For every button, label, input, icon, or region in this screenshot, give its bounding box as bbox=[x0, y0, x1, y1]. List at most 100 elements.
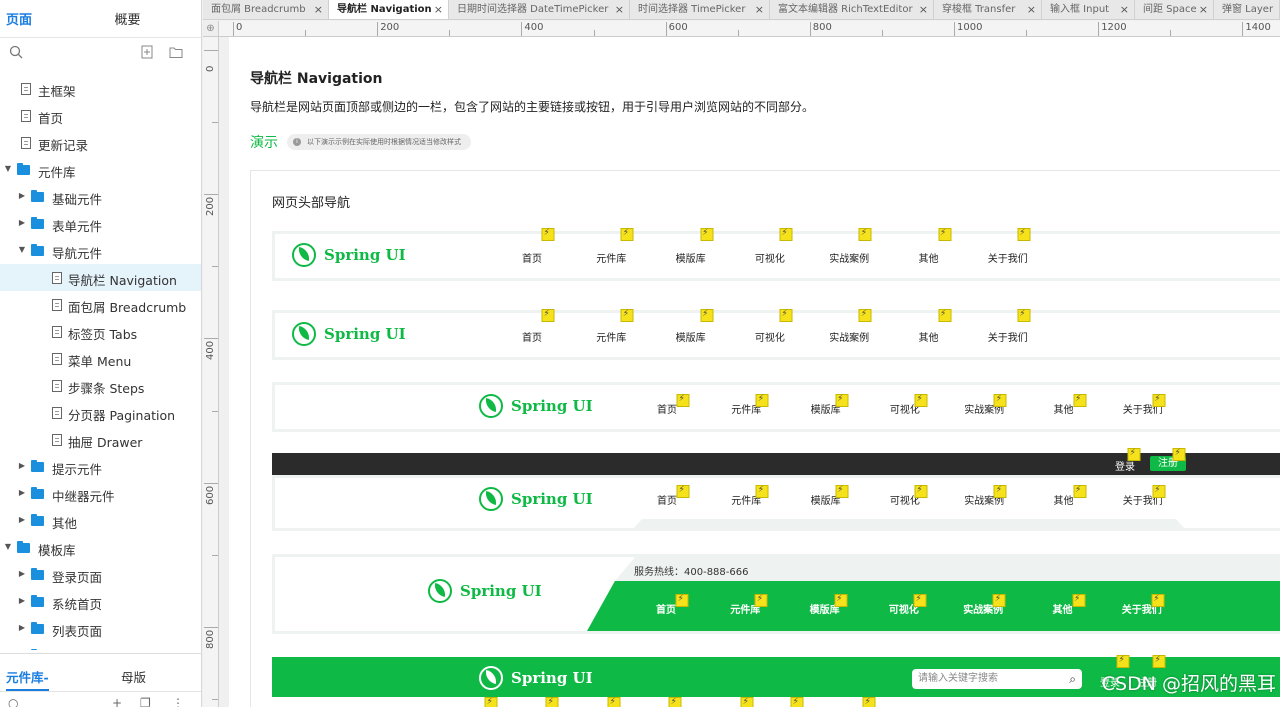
nav-link[interactable]: 首页 bbox=[522, 329, 542, 344]
caret-right-icon[interactable]: ▶ bbox=[17, 488, 27, 497]
search-icon[interactable]: ⌕ bbox=[1069, 669, 1076, 689]
close-icon[interactable]: × bbox=[615, 0, 624, 19]
tree-item[interactable]: ▶ 基础元件 bbox=[0, 183, 201, 210]
caret-right-icon[interactable]: ▶ bbox=[17, 218, 27, 227]
nav-link[interactable]: 首页 bbox=[656, 601, 676, 616]
tree-item[interactable]: ▼ 导航元件 bbox=[0, 237, 201, 264]
tab-outline[interactable]: 概要 bbox=[101, 0, 202, 37]
nav-link[interactable]: 其他 bbox=[1054, 401, 1074, 416]
caret-right-icon[interactable]: ▶ bbox=[17, 461, 27, 470]
interaction-bolt-icon bbox=[938, 309, 951, 322]
document-tab[interactable]: 间距 Space × bbox=[1135, 0, 1214, 19]
nav-link[interactable]: 关于我们 bbox=[988, 250, 1028, 265]
document-tab[interactable]: 时间选择器 TimePicker × bbox=[630, 0, 770, 19]
nav-link[interactable]: 其他 bbox=[919, 250, 939, 265]
tree-item[interactable]: 导航栏 Navigation bbox=[0, 264, 201, 291]
caret-down-icon[interactable]: ▼ bbox=[17, 245, 27, 254]
tab-library[interactable]: 元件库- bbox=[6, 667, 49, 691]
document-tab[interactable]: 日期时间选择器 DateTimePicker × bbox=[449, 0, 630, 19]
close-icon[interactable]: × bbox=[434, 0, 443, 19]
interaction-bolt-icon bbox=[754, 594, 768, 607]
tab-masters[interactable]: 母版 bbox=[121, 667, 146, 686]
tree-item[interactable]: ▶ 提示元件 bbox=[0, 453, 201, 480]
tree-item[interactable]: ▶ 表单元件 bbox=[0, 210, 201, 237]
close-icon[interactable]: × bbox=[1120, 0, 1129, 19]
close-icon[interactable]: × bbox=[314, 0, 323, 19]
caret-right-icon[interactable]: ▶ bbox=[17, 515, 27, 524]
document-tab[interactable]: 穿梭框 Transfer × bbox=[934, 0, 1042, 19]
document-tab[interactable]: 导航栏 Navigation × bbox=[329, 0, 449, 19]
caret-right-icon[interactable]: ▶ bbox=[17, 191, 27, 200]
navbar-variant-5[interactable]: 服务热线：400-888-666 Spring UI 首页元件库模版库可视化实战… bbox=[272, 554, 1280, 634]
document-tab[interactable]: 富文本编辑器 RichTextEditor × bbox=[770, 0, 934, 19]
caret-right-icon[interactable]: ▶ bbox=[17, 623, 27, 632]
logo[interactable]: Spring UI bbox=[292, 243, 406, 267]
interaction-bolt-icon bbox=[992, 594, 1006, 607]
tree-item[interactable]: 步骤条 Steps bbox=[0, 372, 201, 399]
tree-item[interactable]: ▼ 元件库 bbox=[0, 156, 201, 183]
folder-icon bbox=[31, 568, 44, 580]
tree-item[interactable]: 分页器 Pagination bbox=[0, 399, 201, 426]
caret-down-icon[interactable]: ▼ bbox=[3, 164, 13, 173]
nav-link[interactable]: 模版库 bbox=[676, 250, 706, 265]
nav-link[interactable]: 实战案例 bbox=[829, 329, 869, 344]
nav-link[interactable]: 模版库 bbox=[676, 329, 706, 344]
tree-item[interactable]: 标签页 Tabs bbox=[0, 318, 201, 345]
nav-link[interactable]: 实战案例 bbox=[829, 250, 869, 265]
nav-link[interactable]: 其他 bbox=[1054, 492, 1074, 507]
nav-link[interactable]: 元件库 bbox=[596, 329, 626, 344]
logo[interactable]: Spring UI bbox=[479, 666, 593, 690]
document-tab[interactable]: 面包屑 Breadcrumb × bbox=[203, 0, 329, 19]
caret-right-icon[interactable]: ▶ bbox=[17, 569, 27, 578]
search-icon[interactable]: ○ bbox=[8, 696, 18, 707]
search-icon[interactable] bbox=[9, 45, 23, 59]
tree-item[interactable]: ▶页面 bbox=[0, 642, 201, 650]
logo[interactable]: Spring UI bbox=[292, 322, 406, 346]
add-folder-icon[interactable] bbox=[169, 45, 183, 59]
tree-item[interactable]: 主框架 bbox=[0, 75, 201, 102]
tree-item[interactable]: 抽屉 Drawer bbox=[0, 426, 201, 453]
logo[interactable]: Spring UI bbox=[479, 487, 593, 511]
nav-link[interactable]: 首页 bbox=[657, 401, 677, 416]
document-tab[interactable]: 弹窗 Layer bbox=[1214, 0, 1280, 19]
navbar-variant-2[interactable]: Spring UI 首页 元件库 模版库 可视化 实战案例 其他 关于我们 bbox=[272, 309, 1280, 360]
tree-item[interactable]: 首页 bbox=[0, 102, 201, 129]
tree-item[interactable]: ▶ 中继器元件 bbox=[0, 480, 201, 507]
caret-down-icon[interactable]: ▼ bbox=[3, 542, 13, 551]
close-icon[interactable]: × bbox=[1199, 0, 1208, 19]
nav-link[interactable]: 元件库 bbox=[596, 250, 626, 265]
add-icon[interactable]: + bbox=[112, 696, 122, 707]
nav-link[interactable]: 关于我们 bbox=[988, 329, 1028, 344]
nav-link[interactable]: 其他 bbox=[1053, 601, 1073, 616]
ruler-corner-icon[interactable]: ⊕ bbox=[203, 21, 219, 37]
tree-item[interactable]: ▶ 列表页面 bbox=[0, 615, 201, 642]
logo[interactable]: Spring UI bbox=[479, 394, 593, 418]
copy-icon[interactable]: ❐ bbox=[140, 696, 151, 707]
tree-item[interactable]: ▶ 系统首页 bbox=[0, 588, 201, 615]
navbar-variant-3[interactable]: Spring UI 首页元件库模版库可视化实战案例其他关于我们 bbox=[272, 382, 1280, 432]
nav-link[interactable]: 首页 bbox=[657, 492, 677, 507]
nav-link[interactable]: 其他 bbox=[919, 329, 939, 344]
tab-pages[interactable]: 页面 bbox=[0, 0, 101, 37]
add-page-icon[interactable] bbox=[140, 45, 154, 59]
tree-item[interactable]: ▶ 登录页面 bbox=[0, 561, 201, 588]
search-input[interactable]: 请输入关键字搜索 ⌕ bbox=[912, 669, 1082, 689]
navbar-variant-4[interactable]: Spring UI 首页元件库模版库可视化实战案例其他关于我们 bbox=[272, 475, 1280, 531]
tree-item[interactable]: 面包屑 Breadcrumb bbox=[0, 291, 201, 318]
close-icon[interactable]: × bbox=[1027, 0, 1036, 19]
tree-item[interactable]: ▼ 模板库 bbox=[0, 534, 201, 561]
logo[interactable]: Spring UI bbox=[428, 579, 542, 603]
tree-item[interactable]: ▶ 其他 bbox=[0, 507, 201, 534]
nav-link[interactable]: 可视化 bbox=[755, 250, 785, 265]
document-tab[interactable]: 输入框 Input × bbox=[1042, 0, 1135, 19]
tree-item[interactable]: 更新记录 bbox=[0, 129, 201, 156]
tree-item[interactable]: 菜单 Menu bbox=[0, 345, 201, 372]
more-icon[interactable]: ⋮ bbox=[172, 696, 184, 707]
navbar-variant-1[interactable]: Spring UI 首页 元件库 模版库 可视化 实战案例 其他 关于我们 bbox=[272, 228, 1280, 281]
design-canvas[interactable]: 导航栏 Navigation 导航栏是网站页面顶部或侧边的一栏，包含了网站的主要… bbox=[219, 37, 1280, 707]
close-icon[interactable]: × bbox=[919, 0, 928, 19]
caret-right-icon[interactable]: ▶ bbox=[17, 596, 27, 605]
nav-link[interactable]: 可视化 bbox=[755, 329, 785, 344]
nav-link[interactable]: 首页 bbox=[522, 250, 542, 265]
close-icon[interactable]: × bbox=[755, 0, 764, 19]
